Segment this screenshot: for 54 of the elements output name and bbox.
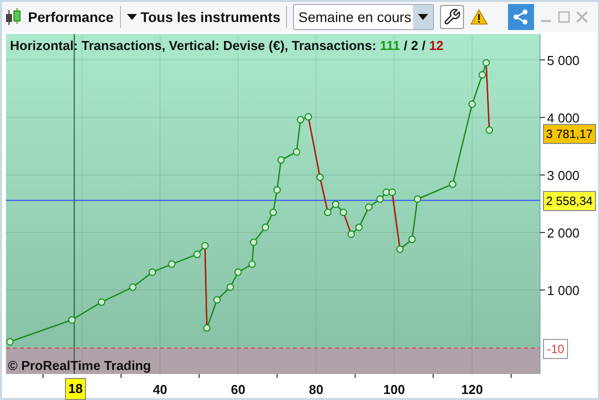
y-axis-label: 4 000 [547, 110, 580, 126]
trade-marker [414, 195, 422, 203]
trade-marker [273, 186, 281, 194]
trade-marker [262, 224, 270, 231]
instrument-dropdown[interactable]: Tous les instruments [126, 6, 280, 28]
trade-marker [468, 100, 476, 108]
trade-marker [448, 180, 456, 188]
x-axis-label: 80 [308, 382, 324, 397]
maximize-icon[interactable] [558, 11, 570, 23]
y-axis-label: 3 000 [547, 168, 580, 183]
wrench-icon [443, 8, 462, 26]
trade-marker [316, 174, 324, 181]
trade-marker [270, 208, 277, 216]
y-axis-label: 1 000 [547, 283, 580, 298]
trade-marker [213, 296, 221, 304]
close-icon[interactable] [576, 11, 588, 23]
last-value-label: 3 781,17 [543, 124, 596, 144]
caret-icon [418, 14, 428, 20]
trade-marker [68, 316, 76, 324]
share-button[interactable] [508, 4, 534, 30]
trade-marker [408, 236, 416, 244]
trade-marker [277, 156, 285, 164]
trade-marker [148, 268, 156, 276]
x-axis-label: 40 [152, 382, 168, 397]
share-icon [512, 8, 530, 26]
trade-marker [248, 260, 256, 268]
x-axis-label: 100 [383, 382, 405, 397]
trade-marker [486, 126, 493, 134]
trade-marker [168, 260, 176, 268]
candlestick-icon[interactable] [4, 7, 22, 27]
settings-button[interactable] [440, 5, 464, 29]
caret-icon [126, 14, 137, 20]
reference-value-label: -10 [543, 339, 568, 360]
trade-marker [396, 245, 404, 253]
trade-marker [292, 148, 300, 156]
crosshair-x-label: 18 [65, 378, 86, 400]
trade-marker [482, 59, 490, 66]
trade-marker [98, 298, 106, 306]
trade-marker [365, 203, 372, 211]
y-axis-label: 2 000 [547, 225, 580, 240]
trade-marker [478, 71, 486, 79]
trade-marker [234, 268, 242, 276]
x-axis-label: 120 [461, 382, 483, 397]
chart-type-label[interactable]: Performance [28, 6, 114, 28]
reference-value-label: 2 558,34 [543, 191, 596, 212]
trade-marker [6, 338, 14, 346]
trade-marker [203, 324, 211, 332]
trade-marker [226, 283, 234, 291]
y-axis-label: 5 000 [547, 52, 580, 68]
period-select[interactable]: Semaine en cours [293, 4, 434, 30]
x-axis-label: 60 [230, 382, 246, 397]
warning-icon[interactable] [470, 9, 488, 25]
trade-marker [129, 283, 136, 291]
trade-marker [250, 238, 258, 246]
